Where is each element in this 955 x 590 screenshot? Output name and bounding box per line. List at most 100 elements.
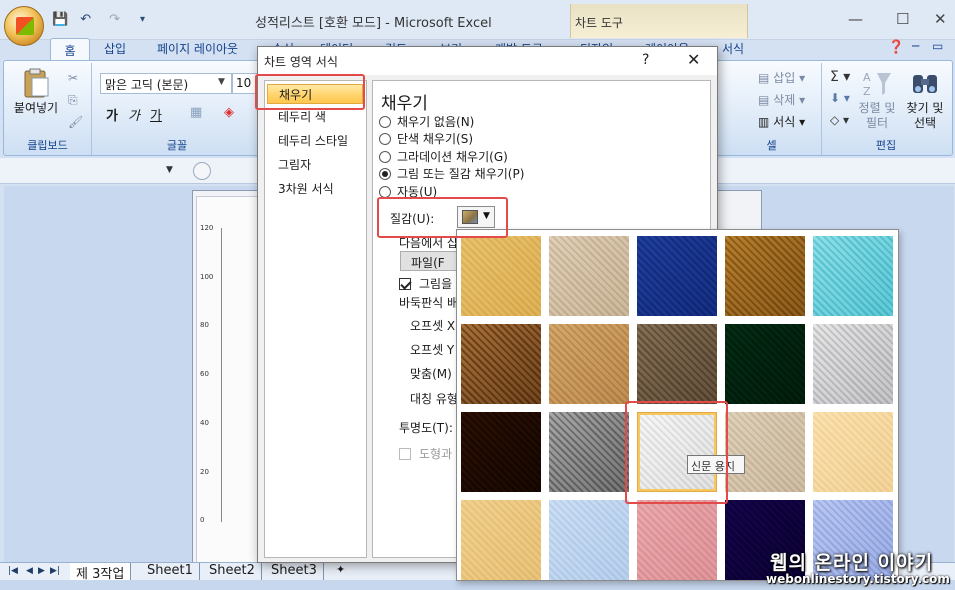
sheet-tab[interactable]: Sheet1 (141, 563, 200, 581)
fill-color-icon[interactable]: ◈ (224, 105, 234, 120)
copy-icon[interactable]: ⎘ (68, 93, 78, 108)
alignment-label: 맞춤(M) (410, 367, 452, 381)
texture-stationery[interactable] (461, 500, 541, 580)
format-painter-icon[interactable]: 🖌 (68, 115, 83, 129)
insert-cells-button[interactable]: ▤ 삽입 ▾ (758, 69, 805, 86)
texture-denim[interactable] (637, 236, 717, 316)
option-picture-texture-fill[interactable]: 그림 또는 질감 채우기(P) (379, 166, 524, 182)
title-bar: 💾 ↶ ↷ ▾ 성적리스트 [호환 모드] - Microsoft Excel … (0, 0, 955, 40)
y-axis-tick-label: 100 (200, 272, 214, 281)
sheet-tab[interactable]: Sheet2 (203, 563, 262, 581)
y-axis-line (221, 228, 222, 522)
prev-sheet-icon[interactable]: ◀ (26, 566, 33, 576)
font-name-combobox[interactable]: 맑은 고딕 (본문) (100, 73, 232, 94)
option-gradient-fill[interactable]: 그라데이션 채우기(G) (379, 149, 508, 165)
radio-icon (379, 151, 391, 163)
dialog-help-button[interactable]: ? (642, 52, 649, 68)
radio-icon (379, 133, 391, 145)
clear-icon[interactable]: ◇ ▾ (830, 113, 849, 127)
editing-group: Σ ▾ ⬇ ▾ ◇ ▾ AZ 정렬 및 필터 찾기 및 선택 편집 (822, 63, 950, 155)
font-group-label: 글꼴 (166, 139, 188, 152)
font-name-dropdown-icon[interactable]: ▼ (218, 77, 225, 87)
cells-group-label: 셀 (766, 139, 777, 152)
last-sheet-icon[interactable]: ▶| (50, 566, 60, 576)
offset-y-label: 오프셋 Y (410, 343, 455, 357)
watermark-title: 웹의 온라인 이야기 (770, 552, 934, 574)
sheet-tab[interactable]: Sheet3 (265, 563, 324, 581)
help-icon[interactable]: ❓ (888, 40, 904, 55)
tab-home[interactable]: 홈 (50, 38, 90, 62)
save-icon[interactable]: 💾 (52, 12, 68, 27)
insert-cells-label: 삽입 (773, 71, 796, 85)
texture-canvas[interactable] (549, 236, 629, 316)
close-button[interactable]: ✕ (934, 10, 947, 28)
fill-icon[interactable]: ⬇ ▾ (830, 91, 850, 105)
insert-sheet-icon[interactable]: ✦ (330, 563, 351, 581)
transparency-label: 투명도(T): (399, 421, 453, 435)
sort-filter-button[interactable]: AZ 정렬 및 필터 (852, 67, 902, 131)
office-button[interactable] (4, 6, 44, 46)
find-select-button[interactable]: 찾기 및 선택 (902, 67, 948, 131)
texture-green-marble[interactable] (725, 324, 805, 404)
sheet-tab-active[interactable]: 제 3작업 (70, 563, 132, 582)
chart-tools-context-header: 차트 도구 (570, 4, 748, 38)
tab-page-layout[interactable]: 페이지 레이아웃 (157, 40, 238, 57)
texture-blue-tissue-paper[interactable] (549, 500, 629, 580)
svg-text:A: A (863, 71, 871, 84)
autosum-icon[interactable]: Σ ▾ (830, 69, 850, 85)
category-border-style[interactable]: 테두리 스타일 (265, 131, 366, 151)
paste-button[interactable]: 붙여넣기 (8, 67, 64, 116)
option-no-fill[interactable]: 채우기 없음(N) (379, 114, 474, 130)
watermark-url: webonlinestory.tistory.com (766, 572, 950, 586)
option-solid-fill[interactable]: 단색 채우기(S) (379, 131, 473, 147)
ribbon-minimize-icon[interactable]: ─ (912, 39, 919, 53)
texture-recycled-paper[interactable] (725, 412, 805, 492)
category-list: 채우기 테두리 색 테두리 스타일 그림자 3차원 서식 (264, 80, 367, 558)
plot-area[interactable] (196, 196, 266, 566)
category-3d-format[interactable]: 3차원 서식 (265, 179, 366, 199)
svg-text:Z: Z (863, 85, 871, 98)
category-shadow[interactable]: 그림자 (265, 155, 366, 175)
redo-icon[interactable]: ↷ (109, 12, 120, 27)
texture-fish-fossil[interactable] (549, 324, 629, 404)
texture-brown-marble[interactable] (461, 412, 541, 492)
texture-white-marble[interactable] (813, 324, 893, 404)
file-button[interactable]: 파일(F (400, 251, 460, 271)
y-axis-tick-label: 20 (200, 467, 209, 476)
minimize-button[interactable]: — (848, 10, 863, 28)
name-box-dropdown-icon[interactable]: ▼ (166, 165, 173, 175)
border-icon[interactable]: ▦ (190, 105, 202, 120)
texture-woven-mat[interactable] (725, 236, 805, 316)
delete-cells-button[interactable]: ▤ 삭제 ▾ (758, 91, 805, 108)
option-label: 그라데이션 채우기(G) (397, 150, 508, 164)
format-cells-button[interactable]: ▥ 서식 ▾ (758, 113, 805, 130)
dialog-close-button[interactable]: ✕ (687, 50, 700, 69)
texture-parchment[interactable] (813, 412, 893, 492)
maximize-button[interactable]: ☐ (896, 10, 909, 28)
dialog-title-bar: 차트 영역 서식 ? ✕ (258, 47, 717, 75)
texture-sand[interactable] (637, 324, 717, 404)
bold-button[interactable]: 가 (106, 105, 118, 124)
next-sheet-icon[interactable]: ▶ (38, 566, 45, 576)
texture-paper-bag[interactable] (461, 324, 541, 404)
first-sheet-icon[interactable]: |◀ (8, 566, 18, 576)
y-axis-tick-label: 0 (200, 516, 205, 525)
italic-button[interactable]: 가 (128, 105, 140, 124)
undo-icon[interactable]: ↶ (80, 12, 91, 27)
texture-papyrus[interactable] (461, 236, 541, 316)
tab-insert[interactable]: 삽입 (104, 40, 126, 57)
texture-pink-tissue-paper[interactable] (637, 500, 717, 580)
tab-format[interactable]: 서식 (722, 40, 744, 57)
cut-icon[interactable]: ✂ (68, 71, 78, 85)
formula-expand-icon[interactable] (193, 162, 211, 180)
offset-x-label: 오프셋 X (410, 319, 456, 333)
texture-granite[interactable] (549, 412, 629, 492)
rotate-with-shape-row[interactable]: 도형과 (399, 445, 452, 462)
texture-water-droplets[interactable] (813, 236, 893, 316)
underline-button[interactable]: 가 (150, 105, 162, 124)
tile-checkbox-row[interactable]: 그림을 (399, 275, 452, 292)
customize-qat-icon[interactable]: ▾ (140, 14, 145, 25)
mirror-type-label: 대칭 유형 (410, 392, 458, 406)
ribbon-restore-icon[interactable]: ▭ (932, 39, 943, 53)
category-border-color[interactable]: 테두리 색 (265, 107, 366, 127)
